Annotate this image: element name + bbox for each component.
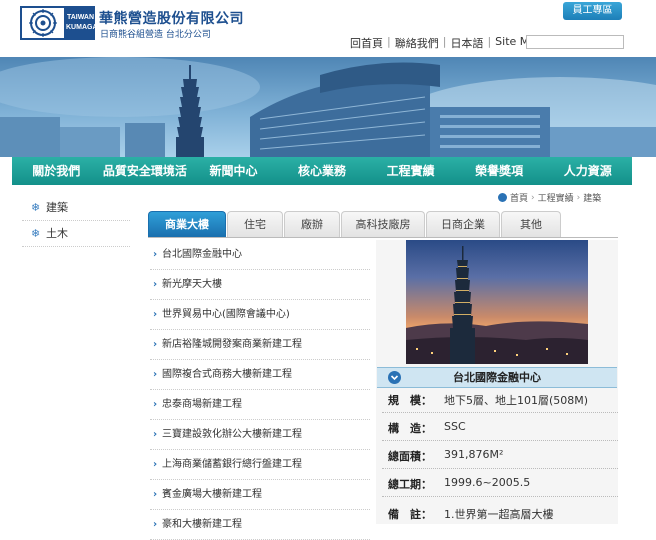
spec-value: 391,876M² — [444, 448, 504, 461]
logo-wordmark[interactable]: TAIWAN KUMAGAI — [66, 6, 100, 40]
spec-label: 總工期： — [388, 478, 432, 491]
company-name: 華熊營造股份有限公司 — [99, 11, 244, 27]
list-item[interactable]: › 國際複合式商務大樓新建工程 — [150, 360, 370, 390]
chevron-right-icon: › — [153, 249, 158, 260]
chevron-right-icon: › — [153, 399, 158, 410]
tab-office-factory[interactable]: 廠辦 — [284, 211, 340, 237]
logo-text-taiwan: TAIWAN — [66, 14, 95, 21]
nav-quality-safety[interactable]: 品質安全環境活動 — [101, 157, 190, 206]
tab-hightech[interactable]: 高科技廠房 — [341, 211, 425, 237]
sidebar-item-label: 土木 — [46, 227, 68, 240]
tab-commercial[interactable]: 商業大樓 — [148, 211, 226, 237]
spec-value: 地下5層、地上101層(508M) — [444, 394, 589, 407]
category-tabs: 商業大樓 住宅 廠辦 高科技廠房 日商企業 其他 — [148, 211, 562, 237]
company-subtitle: 日商熊谷組營造 台北分公司 — [100, 30, 211, 40]
chevron-right-icon: › — [153, 279, 158, 290]
utility-nav: 回首頁 | 聯絡我們 | 日本語 | Site Map — [346, 35, 547, 51]
tab-japanese-firms[interactable]: 日商企業 — [426, 211, 500, 237]
nav-awards[interactable]: 榮譽獎項 — [455, 157, 544, 185]
tab-underline — [148, 237, 618, 238]
list-item[interactable]: › 豪和大樓新建工程 — [150, 510, 370, 540]
chevron-right-icon: › — [153, 309, 158, 320]
contact-link[interactable]: 聯絡我們 — [391, 35, 443, 51]
project-title: 台北國際金融中心 — [377, 367, 617, 388]
spec-value: 1999.6~2005.5 — [444, 476, 531, 489]
breadcrumb-separator: › — [531, 192, 535, 203]
nav-careers[interactable]: 人力資源 — [543, 157, 632, 185]
header: TAIWAN KUMAGAI 華熊營造股份有限公司 日商熊谷組營造 台北分公司 … — [0, 0, 656, 57]
chevron-right-icon: › — [153, 459, 158, 470]
chevron-right-icon: › — [153, 489, 158, 500]
tab-other[interactable]: 其他 — [501, 211, 561, 237]
project-list: › 台北國際金融中心 › 新光摩天大樓 › 世界貿易中心(國際會議中心) › 新店裕隆城… — [150, 240, 370, 540]
spec-row-scale: 規 模： 地下5層、地上101層(508M) — [382, 386, 618, 413]
sidebar-item-civil[interactable]: ❄ 土木 — [22, 221, 130, 247]
list-item[interactable]: › 世界貿易中心(國際會議中心) — [150, 300, 370, 330]
list-item[interactable]: › 賓金廣場大樓新建工程 — [150, 480, 370, 510]
chevron-down-icon[interactable] — [388, 371, 401, 384]
nav-core-business[interactable]: 核心業務 — [278, 157, 367, 185]
list-item[interactable]: › 新光摩天大樓 — [150, 270, 370, 300]
snowflake-icon: ❄ — [31, 201, 41, 214]
search-input[interactable] — [526, 35, 624, 49]
breadcrumb-architecture: 建築 — [583, 194, 602, 204]
list-item[interactable]: › 新店裕隆城開發案商業新建工程 — [150, 330, 370, 360]
home-icon — [498, 193, 507, 202]
chevron-right-icon: › — [153, 519, 158, 530]
spec-row-area: 總面積： 391,876M² — [382, 442, 618, 469]
spec-label: 規 模： — [388, 394, 432, 407]
nav-news[interactable]: 新聞中心 — [189, 157, 278, 185]
breadcrumb-home[interactable]: 首頁 — [510, 191, 528, 204]
list-item[interactable]: › 上海商業儲蓄銀行總行盤建工程 — [150, 450, 370, 480]
tab-residential[interactable]: 住宅 — [227, 211, 283, 237]
home-link[interactable]: 回首頁 — [346, 35, 387, 51]
spec-row-notes: 備 註： 1.世界第一超高層大樓 — [382, 500, 618, 527]
list-item[interactable]: › 忠泰商場新建工程 — [150, 390, 370, 420]
sidebar: ❄ 建築 ❄ 土木 — [22, 195, 130, 247]
spec-row-duration: 總工期： 1999.6~2005.5 — [382, 470, 618, 497]
spec-label: 備 註： — [388, 508, 432, 521]
company-logo-emblem[interactable] — [20, 6, 66, 40]
japanese-link[interactable]: 日本語 — [446, 35, 487, 51]
chevron-right-icon: › — [153, 429, 158, 440]
hero-banner — [0, 57, 656, 157]
spec-value: 1.世界第一超高層大樓 — [444, 508, 554, 521]
breadcrumb-separator: › — [576, 192, 581, 203]
spec-value: SSC — [444, 420, 466, 433]
breadcrumb: 首頁 › 工程實績 › 建築 — [498, 191, 601, 204]
list-item[interactable]: › 台北國際金融中心 — [150, 240, 370, 270]
snowflake-icon: ❄ — [31, 227, 41, 240]
logo-text-kumagai: KUMAGAI — [66, 24, 100, 31]
list-item[interactable]: › 三寶建設敦化辦公大樓新建工程 — [150, 420, 370, 450]
nav-about[interactable]: 關於我們 — [12, 157, 101, 185]
project-photo — [406, 240, 588, 364]
spec-label: 構 造： — [388, 422, 432, 435]
nav-projects[interactable]: 工程實績 — [366, 157, 455, 185]
sidebar-item-label: 建築 — [46, 201, 68, 214]
main-nav: 關於我們 品質安全環境活動 新聞中心 核心業務 工程實績 榮譽獎項 人力資源 — [12, 157, 632, 206]
spec-row-structure: 構 造： SSC — [382, 414, 618, 441]
spec-label: 總面積： — [388, 450, 432, 463]
staff-area-button[interactable]: 員工專區 — [563, 2, 622, 20]
chevron-right-icon: › — [153, 339, 158, 350]
sidebar-item-architecture[interactable]: ❄ 建築 — [22, 195, 130, 221]
chevron-right-icon: › — [153, 369, 158, 380]
breadcrumb-projects[interactable]: 工程實績 — [538, 191, 574, 204]
